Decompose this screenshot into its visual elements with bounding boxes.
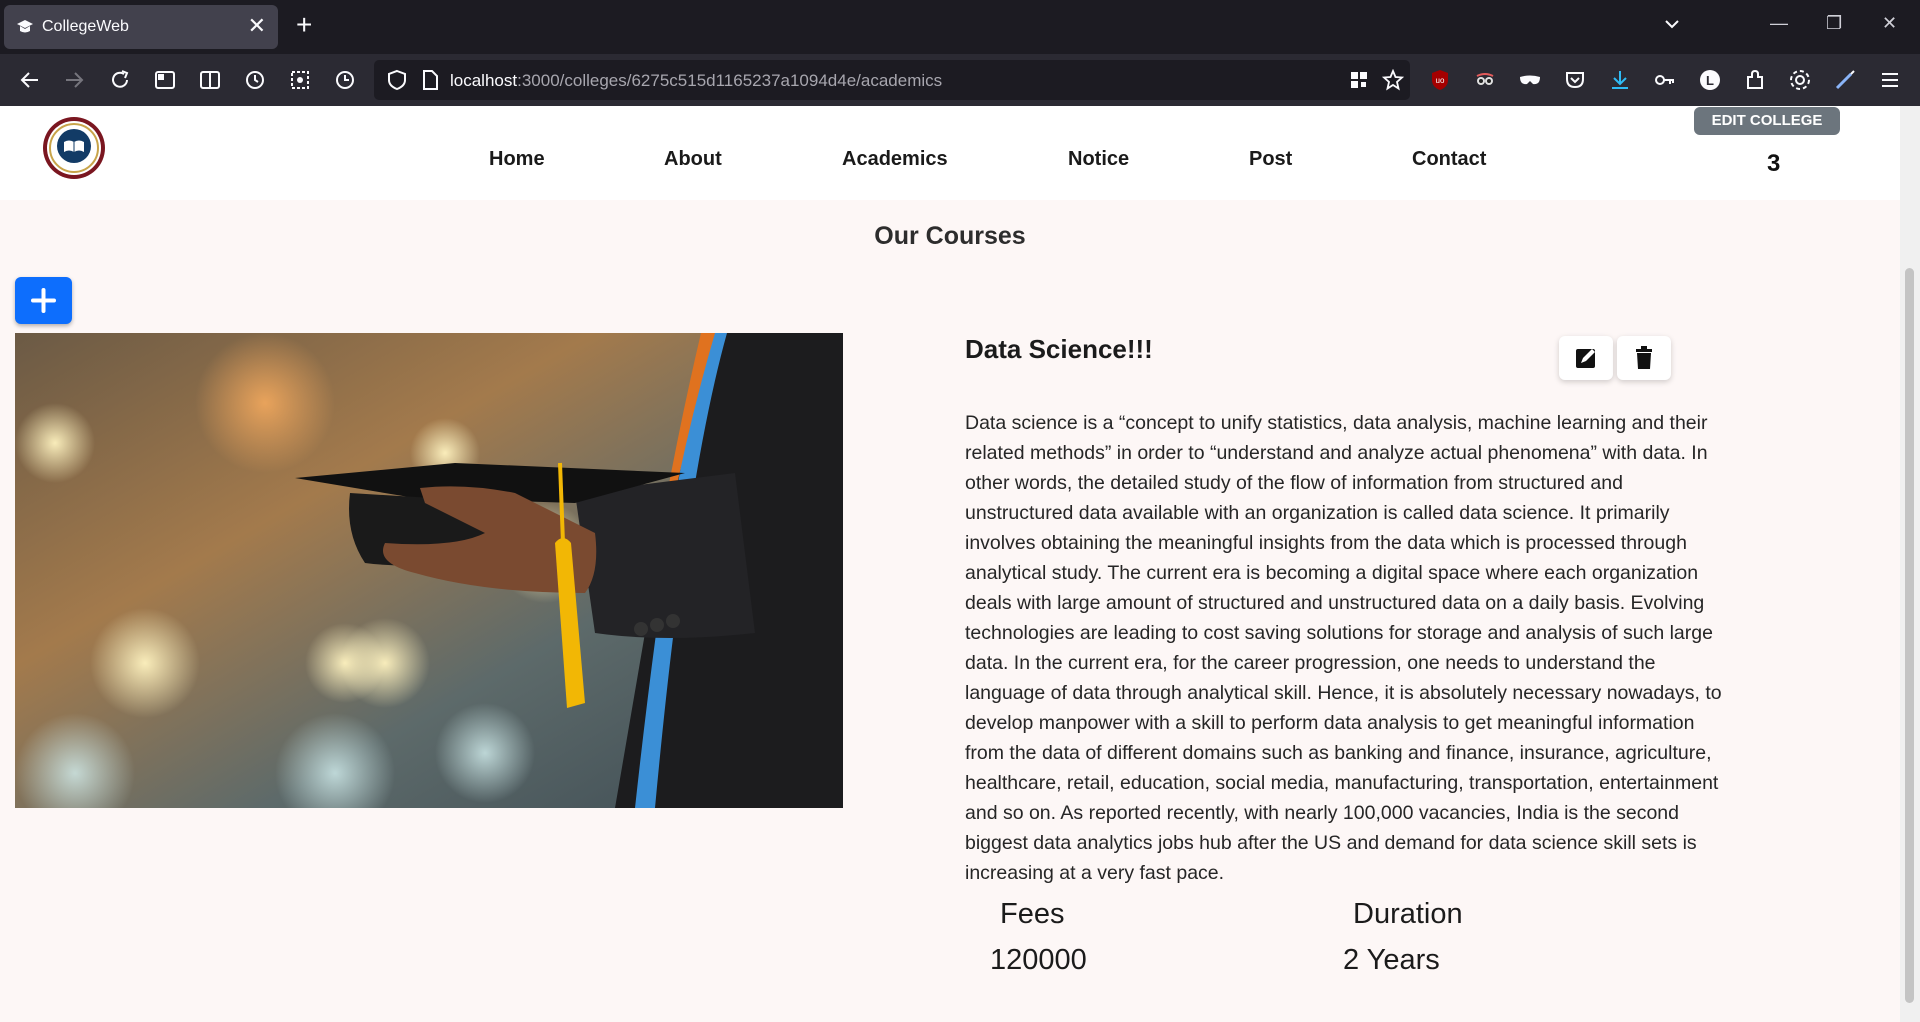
qr-code-icon[interactable]	[1348, 69, 1370, 91]
nav-post[interactable]: Post	[1249, 148, 1292, 171]
privacy-badger-icon[interactable]	[1473, 68, 1497, 92]
url-host: localhost	[450, 71, 518, 90]
menu-icon[interactable]	[1878, 68, 1902, 92]
bookmark-star-icon[interactable]	[1382, 69, 1404, 91]
forward-icon[interactable]	[62, 68, 86, 92]
edit-course-button[interactable]	[1559, 336, 1613, 380]
plus-icon	[31, 288, 56, 313]
tab-list-chevron-icon[interactable]	[1662, 14, 1682, 34]
nav-notice[interactable]: Notice	[1068, 148, 1129, 171]
close-window-button[interactable]: ✕	[1882, 13, 1897, 34]
edit-college-button[interactable]: EDIT COLLEGE	[1694, 107, 1840, 135]
edit-icon	[1576, 349, 1595, 368]
college-logo[interactable]	[42, 116, 106, 180]
svg-text:L: L	[1706, 73, 1714, 88]
sidebar-icon[interactable]	[153, 68, 177, 92]
add-course-button[interactable]	[15, 277, 72, 324]
nav-academics[interactable]: Academics	[842, 148, 948, 171]
back-icon[interactable]	[18, 68, 42, 92]
tab-title: CollegeWeb	[42, 18, 129, 35]
graduation-cap-icon	[17, 20, 33, 33]
fees-label: Fees	[1000, 898, 1065, 930]
browser-tab-bar: CollegeWeb ✕ + — ❐ ✕	[0, 0, 1920, 54]
reader-view-icon[interactable]	[198, 68, 222, 92]
delete-course-button[interactable]	[1617, 336, 1671, 380]
browser-nav-bar: localhost:3000/colleges/6275c515d1165237…	[0, 54, 1920, 106]
shield-icon[interactable]	[386, 69, 408, 91]
browser-tab[interactable]: CollegeWeb ✕	[4, 5, 278, 49]
url-bar[interactable]: localhost:3000/colleges/6275c515d1165237…	[374, 60, 1410, 100]
key-icon[interactable]	[1653, 68, 1677, 92]
scrollbar-thumb[interactable]	[1905, 268, 1914, 1003]
nav-about[interactable]: About	[664, 148, 722, 171]
section-title: Our Courses	[874, 222, 1026, 250]
pocket-icon[interactable]	[1563, 68, 1587, 92]
fees-value: 120000	[990, 944, 1087, 976]
restore-button[interactable]: ❐	[1826, 13, 1842, 34]
tab-close-icon[interactable]: ✕	[248, 15, 266, 37]
history-icon[interactable]	[243, 68, 267, 92]
minimize-button[interactable]: —	[1770, 13, 1788, 34]
duration-value: 2 Years	[1343, 944, 1440, 976]
trash-icon	[1636, 346, 1652, 369]
url-path: :3000/colleges/6275c515d1165237a1094d4e/…	[517, 71, 943, 90]
course-description: Data science is a “concept to unify stat…	[965, 411, 1722, 884]
counter-value: 3	[1767, 150, 1781, 177]
clock-icon[interactable]	[333, 68, 357, 92]
mask-icon[interactable]	[1518, 68, 1542, 92]
nav-home[interactable]: Home	[489, 148, 545, 171]
download-icon[interactable]	[1608, 68, 1632, 92]
settings-icon[interactable]	[1788, 68, 1812, 92]
duration-label: Duration	[1353, 898, 1463, 930]
svg-text:uo: uo	[1436, 76, 1445, 85]
pen-icon[interactable]	[1833, 68, 1857, 92]
course-image	[15, 333, 843, 808]
reload-icon[interactable]	[108, 68, 132, 92]
course-title: Data Science!!!	[965, 334, 1153, 364]
site-header: Home About Academics Notice Post Contact…	[0, 106, 1900, 200]
puzzle-icon[interactable]	[1743, 68, 1767, 92]
nav-contact[interactable]: Contact	[1412, 148, 1486, 171]
l-extension-icon[interactable]: L	[1698, 68, 1722, 92]
screenshot-icon[interactable]	[288, 68, 312, 92]
url-text[interactable]: localhost:3000/colleges/6275c515d1165237…	[450, 71, 942, 91]
page-icon[interactable]	[420, 69, 440, 91]
new-tab-button[interactable]: +	[296, 10, 312, 40]
ublock-icon[interactable]: uo	[1428, 68, 1452, 92]
